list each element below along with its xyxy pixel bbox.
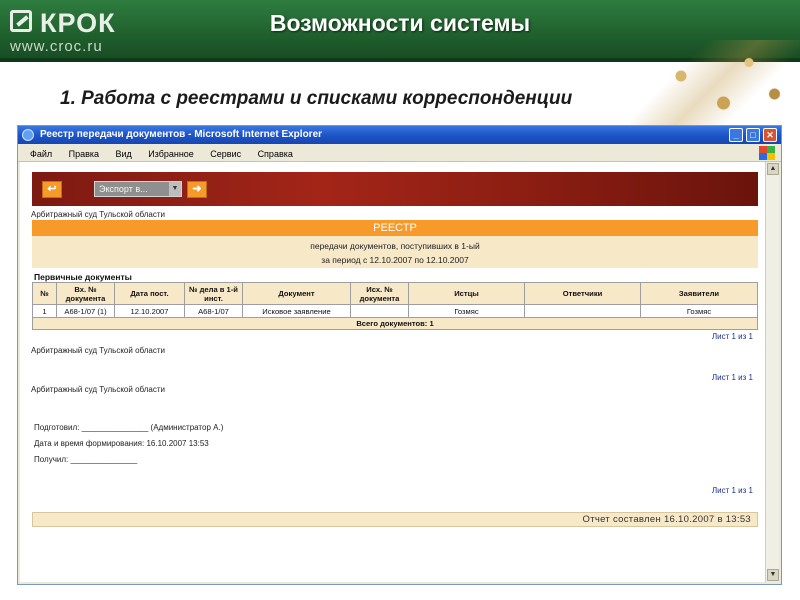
court-name: Арбитражный суд Тульской области [31,385,165,394]
table-row: 1 А68-1/07 (1) 12.10.2007 А68-1/07 Исков… [32,304,758,318]
col-header: Исх. № документа [350,282,409,305]
export-select-value: Экспорт в... [99,184,148,194]
internet-explorer-icon [22,129,34,141]
menu-edit[interactable]: Правка [63,145,105,159]
table-cell: Гозмяс [408,304,525,318]
sheet-counter: Лист 1 из 1 [711,332,753,341]
col-header: Заявители [640,282,758,305]
registry-subtitle-block: передачи документов, поступивших в 1-ый … [32,236,758,268]
col-header: Вх. № документа [56,282,115,305]
go-arrow-button[interactable]: ➜ [187,181,207,198]
registry-period: за период с 12.10.2007 по 12.10.2007 [321,255,469,265]
primary-docs-label: Первичные документы [34,272,132,282]
report-footer: Отчет составлен 16.10.2007 в 13:53 [32,512,758,527]
menu-bar: Файл Правка Вид Избранное Сервис Справка [18,144,781,162]
prepared-by: Подготовил: _______________ (Администрат… [34,423,224,432]
generated-at: Дата и время формирования: 16.10.2007 13… [34,439,209,448]
table-cell [350,304,409,318]
menu-favorites[interactable]: Избранное [142,145,200,159]
close-button[interactable]: ✕ [763,128,777,142]
menu-tools[interactable]: Сервис [204,145,247,159]
decorative-molecules-image [630,40,800,130]
table-cell: 1 [32,304,57,318]
logo-url: www.croc.ru [10,38,103,55]
table-header-row: № Вх. № документа Дата пост. № дела в 1-… [32,282,758,305]
window-title: Реестр передачи документов - Microsoft I… [40,129,323,140]
minimize-button[interactable]: _ [729,128,743,142]
table-total-row: Всего документов: 1 [32,317,758,330]
menu-help[interactable]: Справка [252,145,299,159]
window-titlebar[interactable]: Реестр передачи документов - Microsoft I… [18,126,781,144]
maximize-button[interactable]: □ [746,128,760,142]
col-header: Документ [242,282,351,305]
col-header: № дела в 1-й инст. [184,282,243,305]
export-select[interactable]: Экспорт в... ▼ [94,181,182,197]
col-header: № [32,282,57,305]
scroll-up-icon[interactable]: ▲ [767,163,779,175]
scroll-down-icon[interactable]: ▼ [767,569,779,581]
documents-table: № Вх. № документа Дата пост. № дела в 1-… [32,282,758,330]
report-toolbar: ↩ Экспорт в... ▼ ➜ [32,172,758,206]
vertical-scrollbar[interactable]: ▲ ▼ [765,162,779,582]
menu-file[interactable]: Файл [24,145,58,159]
menu-view[interactable]: Вид [109,145,137,159]
sheet-counter: Лист 1 из 1 [711,486,753,495]
back-arrow-button[interactable]: ↩ [42,181,62,198]
table-cell: 12.10.2007 [114,304,185,318]
slide-title: Возможности системы [269,10,531,36]
page-viewport: ↩ Экспорт в... ▼ ➜ Арбитражный суд Тульс… [20,162,765,582]
windows-logo-icon [759,146,775,160]
browser-window: Реестр передачи документов - Microsoft I… [17,125,782,585]
registry-line-1: передачи документов, поступивших в 1-ый [310,241,480,251]
court-name: Арбитражный суд Тульской области [31,346,165,355]
table-cell: Гозмяс [640,304,758,318]
table-cell: А68-1/07 [184,304,243,318]
col-header: Истцы [408,282,525,305]
sheet-counter: Лист 1 из 1 [711,373,753,382]
table-cell: Исковое заявление [242,304,351,318]
table-cell [524,304,641,318]
court-name: Арбитражный суд Тульской области [31,210,165,219]
total-documents: Всего документов: 1 [32,317,758,330]
received-by: Получил: _______________ [34,455,138,464]
registry-title: РЕЕСТР [32,220,758,236]
col-header: Дата пост. [114,282,185,305]
slide-subtitle: 1. Работа с реестрами и списками корресп… [60,88,573,109]
table-cell: А68-1/07 (1) [56,304,115,318]
signature-block: Подготовил: _______________ (Администрат… [34,420,223,468]
col-header: Ответчики [524,282,641,305]
chevron-down-icon[interactable]: ▼ [169,182,181,196]
